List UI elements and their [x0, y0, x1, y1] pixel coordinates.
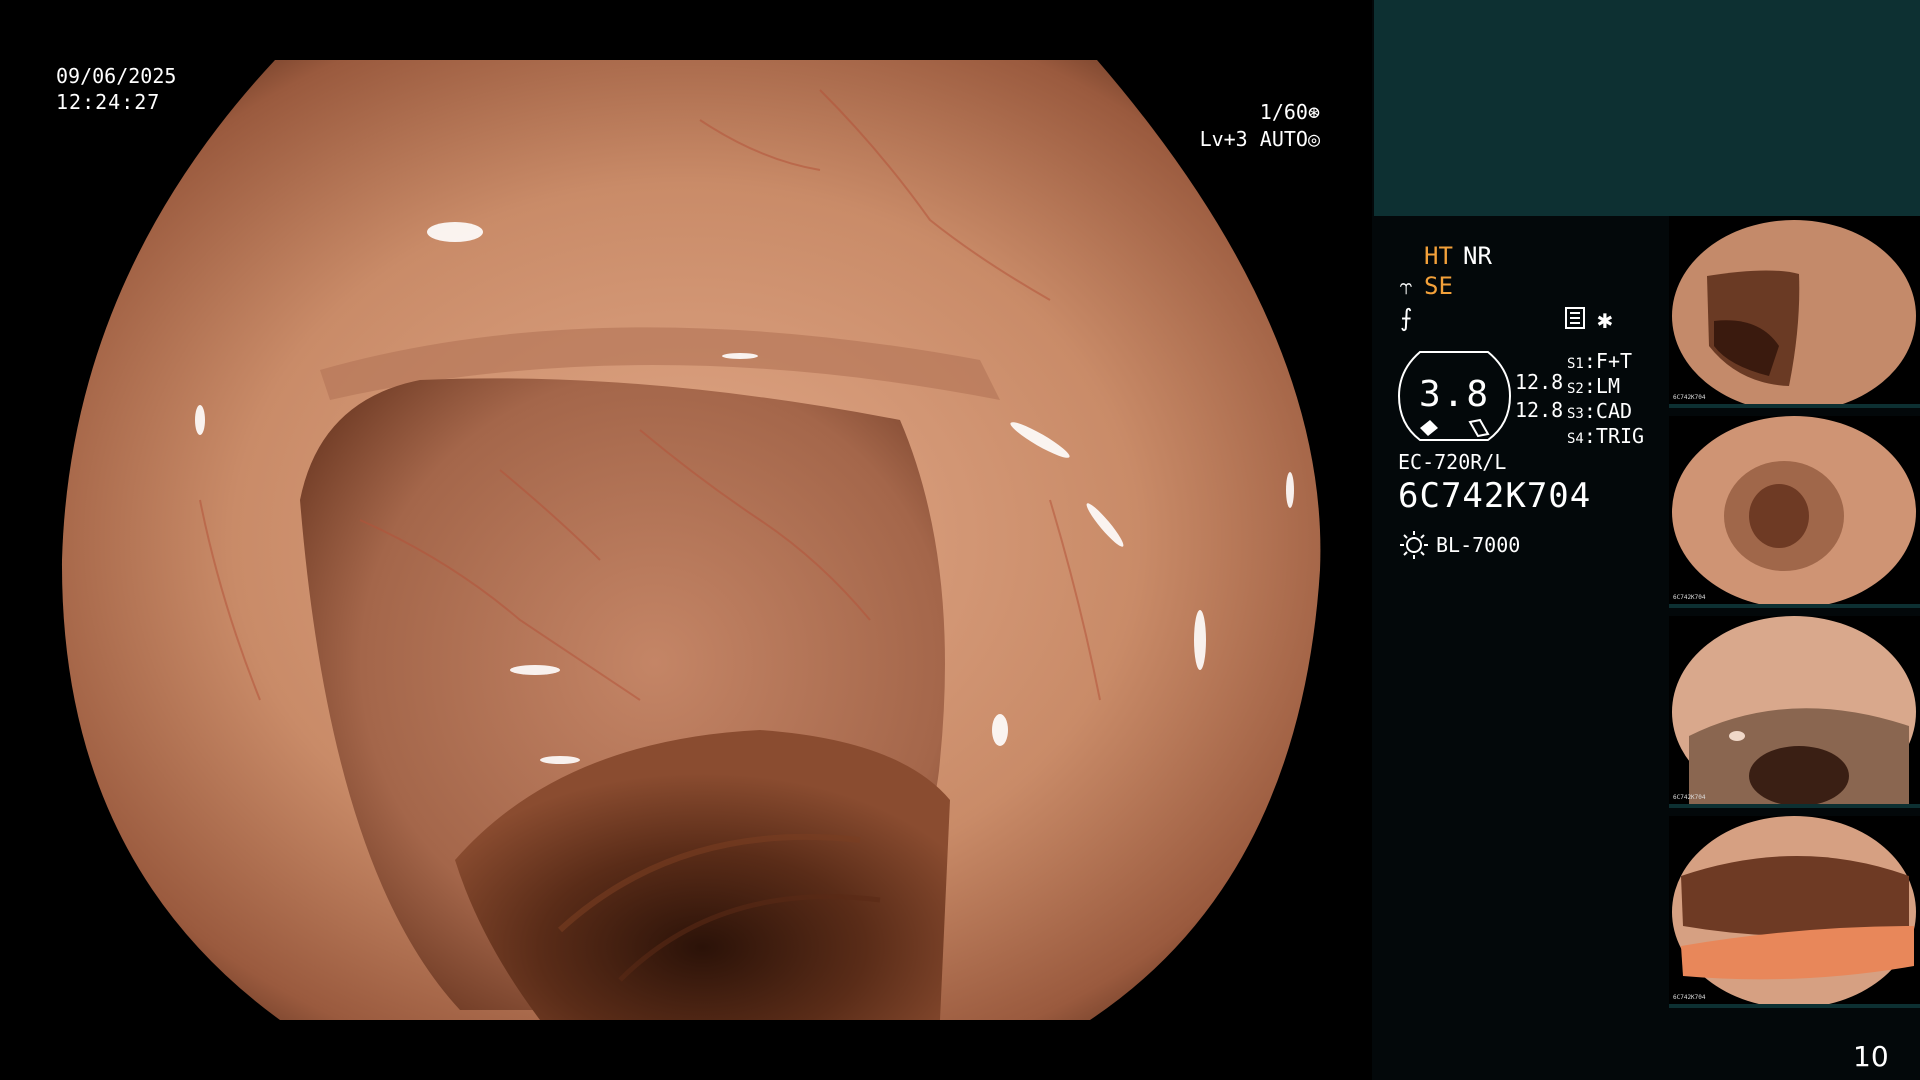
colon-lumen-image	[61, 60, 1321, 1020]
ht-indicator: HT	[1424, 242, 1453, 270]
thumbnail-caption: 6C742K704	[1673, 794, 1706, 801]
scope-model: EC-720R/L	[1398, 450, 1507, 474]
thumbnail-caption: 6C742K704	[1673, 994, 1706, 1001]
thumbnail-image	[1669, 216, 1920, 408]
thumbnail-image	[1669, 416, 1920, 608]
info-panel-header	[1374, 0, 1920, 216]
freeze-icon: ⨍	[1400, 304, 1413, 332]
capture-thumbnail-1[interactable]: 6C742K704	[1669, 216, 1920, 408]
thumbnail-caption: 6C742K704	[1673, 594, 1706, 601]
aperture-icon: ⊛	[1307, 100, 1320, 124]
thumbnail-caption: 6C742K704	[1673, 394, 1706, 401]
switch-4: S4:TRIG	[1567, 424, 1645, 448]
switch-2: S2:LM	[1567, 374, 1620, 398]
capture-thumbnail-4[interactable]: 6C742K704	[1669, 816, 1920, 1008]
brightness-readout: Lv+3 AUTO◎	[1150, 126, 1320, 152]
zoom-value: 3.8	[1418, 374, 1491, 415]
reading-b: 12.8	[1515, 398, 1564, 422]
shutter-readout: 1/60⊛	[1190, 99, 1320, 125]
thumbnail-image	[1669, 816, 1920, 1008]
switch-value: TRIG	[1595, 424, 1645, 448]
se-indicator: SE	[1424, 272, 1453, 300]
scope-serial: 6C742K704	[1398, 476, 1592, 516]
switch-value: LM	[1595, 374, 1620, 398]
shutter-value: 1/60	[1259, 100, 1308, 124]
switch-3: S3:CAD	[1567, 399, 1633, 423]
brightness-mode: AUTO	[1259, 127, 1308, 151]
star-icon: ✱	[1597, 305, 1613, 335]
switch-value: F+T	[1595, 349, 1633, 373]
capture-thumbnail-3[interactable]: 6C742K704	[1669, 616, 1920, 808]
page-number: 10	[1853, 1040, 1889, 1073]
nr-indicator: NR	[1463, 242, 1492, 270]
scope-icon: ⥾	[1400, 275, 1413, 300]
brightness-level: Lv+3	[1199, 127, 1248, 151]
light-source-icon	[1400, 531, 1428, 559]
endoscope-main-view: 09/06/2025 12:24:27 1/60⊛ Lv+3 AUTO◎	[0, 0, 1372, 1080]
settings-icon	[1565, 307, 1585, 329]
switch-key: S2	[1567, 381, 1584, 397]
thumbnail-image	[1669, 616, 1920, 808]
switch-1: S1:F+T	[1567, 349, 1633, 373]
capture-thumbnail-2[interactable]: 6C742K704	[1669, 416, 1920, 608]
switch-key: S3	[1567, 406, 1584, 422]
exam-date: 09/06/2025	[56, 64, 177, 88]
switch-key: S1	[1567, 356, 1584, 372]
switch-key: S4	[1567, 431, 1584, 447]
light-source-model: BL-7000	[1436, 533, 1521, 557]
switch-value: CAD	[1595, 399, 1633, 423]
reading-a: 12.8	[1515, 370, 1564, 394]
exam-time: 12:24:27	[56, 90, 161, 114]
iris-icon: ◎	[1307, 127, 1320, 151]
